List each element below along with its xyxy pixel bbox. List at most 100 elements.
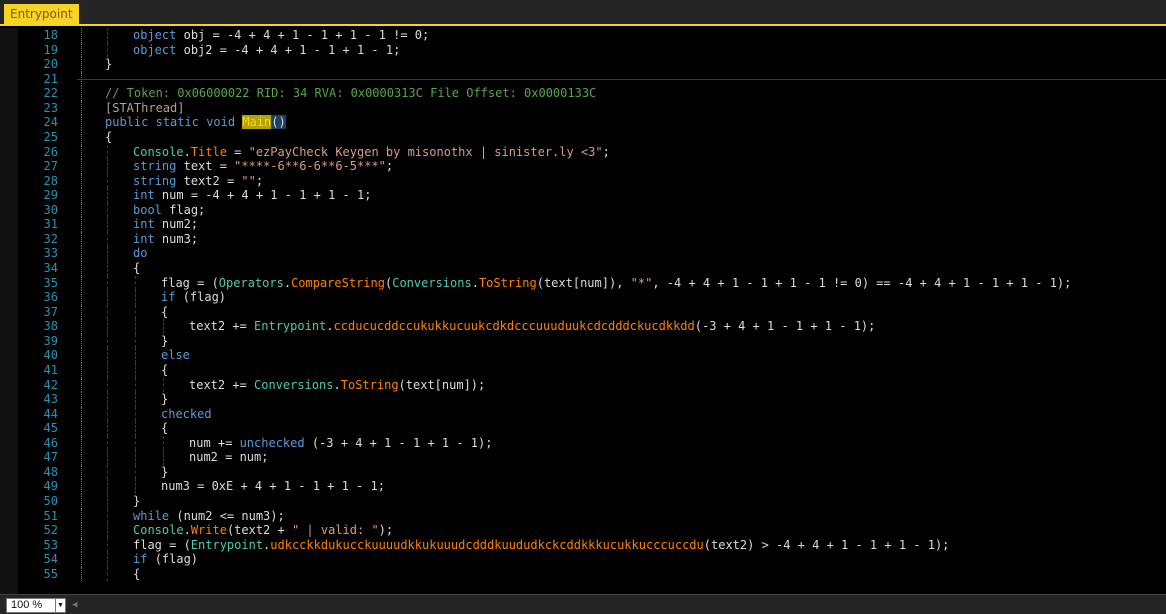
line-number: 31 — [43, 217, 58, 232]
line-number: 24 — [43, 115, 58, 130]
code-token: // Token: 0x06000022 RID: 34 RVA: 0x0000… — [105, 86, 597, 101]
tab-label: Entrypoint — [10, 7, 73, 21]
line-number: 43 — [43, 392, 58, 407]
code-token: "" — [241, 173, 256, 188]
code-token: { — [105, 129, 113, 144]
code-text: num += unchecked (-3 + 4 + 1 - 1 + 1 - 1… — [189, 436, 492, 451]
indent-guide — [107, 450, 108, 465]
code-token: ToString — [478, 275, 537, 290]
code-token: int — [133, 188, 155, 203]
indent-guide — [81, 144, 82, 160]
line-number: 27 — [43, 159, 58, 174]
code-token: { — [161, 421, 169, 436]
chevron-down-icon[interactable]: ▼ — [55, 599, 65, 612]
line-number: 28 — [43, 173, 58, 188]
code-line: 20} — [0, 57, 1166, 72]
line-number: 29 — [43, 188, 58, 203]
code-token: Conversions — [392, 275, 472, 290]
code-token: Write — [190, 523, 227, 538]
code-text: object obj2 = -4 + 4 + 1 - 1 + 1 - 1; — [133, 43, 400, 58]
code-text: } — [105, 57, 112, 72]
code-line: 52 Console.Write(text2 + " | valid: "); — [0, 523, 1166, 538]
line-number: 30 — [43, 202, 58, 217]
indent-guide — [107, 362, 108, 378]
code-token: num2; — [161, 217, 199, 232]
tab-entrypoint[interactable]: Entrypoint — [4, 4, 79, 24]
indent-guide — [107, 246, 108, 261]
code-text: { — [161, 305, 168, 320]
indent-guide — [107, 552, 108, 567]
code-text: } — [161, 392, 168, 407]
code-token: obj = -4 + 4 + 1 - 1 + 1 - 1 != 0; — [183, 28, 430, 42]
line-number: 50 — [43, 494, 58, 508]
code-line: 51 while (num2 <= num3); — [0, 508, 1166, 524]
indent-guide — [81, 552, 82, 567]
line-number: 51 — [43, 508, 58, 523]
line-number: 48 — [43, 464, 58, 479]
code-line: 40 else — [0, 348, 1166, 363]
indent-guide — [163, 377, 164, 393]
code-line: 49 num3 = 0xE + 4 + 1 - 1 + 1 - 1; — [0, 479, 1166, 494]
code-token: { — [133, 566, 141, 581]
indent-guide — [81, 494, 82, 509]
code-line: 35 flag = (Operators.CompareString(Conver… — [0, 275, 1166, 291]
indent-guide — [107, 435, 108, 451]
line-number: 49 — [43, 479, 58, 494]
code-token: . — [183, 144, 191, 159]
line-number: 34 — [43, 261, 58, 275]
indent-guide — [81, 362, 82, 378]
code-line: 36 if (flag) — [0, 290, 1166, 305]
indent-guide — [81, 173, 82, 189]
code-token: Console — [133, 144, 184, 159]
code-line: 30 bool flag; — [0, 202, 1166, 218]
code-token: num2 = num; — [189, 450, 269, 465]
code-token: flag = ( — [133, 537, 191, 552]
indent-guide — [81, 406, 82, 422]
indent-guide — [135, 421, 136, 436]
code-line: 43} — [0, 392, 1166, 407]
code-line: 18 object obj = -4 + 4 + 1 - 1 + 1 - 1 !=… — [0, 28, 1166, 43]
code-text: bool flag; — [133, 203, 205, 218]
indent-guide — [135, 377, 136, 393]
indent-guide — [81, 100, 82, 116]
indent-guide — [107, 304, 108, 320]
code-token: obj2 = -4 + 4 + 1 - 1 + 1 - 1; — [183, 42, 401, 57]
code-token: } — [161, 392, 169, 407]
code-line: 55 { — [0, 566, 1166, 582]
scroll-left-icon[interactable]: ◀ — [72, 598, 77, 612]
line-number: 52 — [43, 523, 58, 538]
indent-guide — [135, 304, 136, 320]
code-token: text2 = — [183, 173, 242, 188]
code-line: 33 do — [0, 246, 1166, 261]
code-token: udkcckkdukucckuuuudkkukuuudcdddkuududkck… — [270, 537, 704, 552]
indent-guide — [107, 537, 108, 553]
code-token: ; — [602, 144, 610, 159]
indent-guide — [135, 362, 136, 378]
zoom-dropdown[interactable]: 100 % ▼ — [6, 598, 66, 613]
code-token: (text[num]); — [398, 377, 486, 392]
line-number: 45 — [43, 421, 58, 436]
code-token: checked — [161, 406, 212, 421]
code-token: flag; — [169, 202, 206, 217]
line-number: 37 — [43, 304, 58, 319]
horizontal-scrollbar[interactable]: ◀ — [72, 598, 1162, 612]
indent-guide — [135, 464, 136, 480]
line-number: 47 — [43, 450, 58, 465]
code-token: { — [161, 304, 169, 319]
code-line: 42 text2 += Conversions.ToString(text[num… — [0, 377, 1166, 393]
indent-guide — [135, 275, 136, 291]
code-text: string text = "****-6**6-6**6-5***"; — [133, 159, 393, 174]
code-line: 41 { — [0, 362, 1166, 378]
code-editor[interactable]: 18 object obj = -4 + 4 + 1 - 1 + 1 - 1 !=… — [0, 28, 1166, 594]
line-number: 44 — [43, 406, 58, 421]
indent-guide — [135, 406, 136, 422]
code-line: 23 [STAThread] — [0, 100, 1166, 116]
code-token: num3 = 0xE + 4 + 1 - 1 + 1 - 1; — [161, 479, 385, 494]
line-number: 33 — [43, 246, 58, 261]
indent-guide — [81, 261, 82, 276]
code-text: } — [161, 334, 168, 349]
code-line: 46 num += unchecked (-3 + 4 + 1 - 1 + 1 -… — [0, 435, 1166, 451]
code-token: num += — [189, 435, 240, 450]
code-token: int — [133, 231, 155, 246]
code-token: int — [133, 217, 155, 232]
